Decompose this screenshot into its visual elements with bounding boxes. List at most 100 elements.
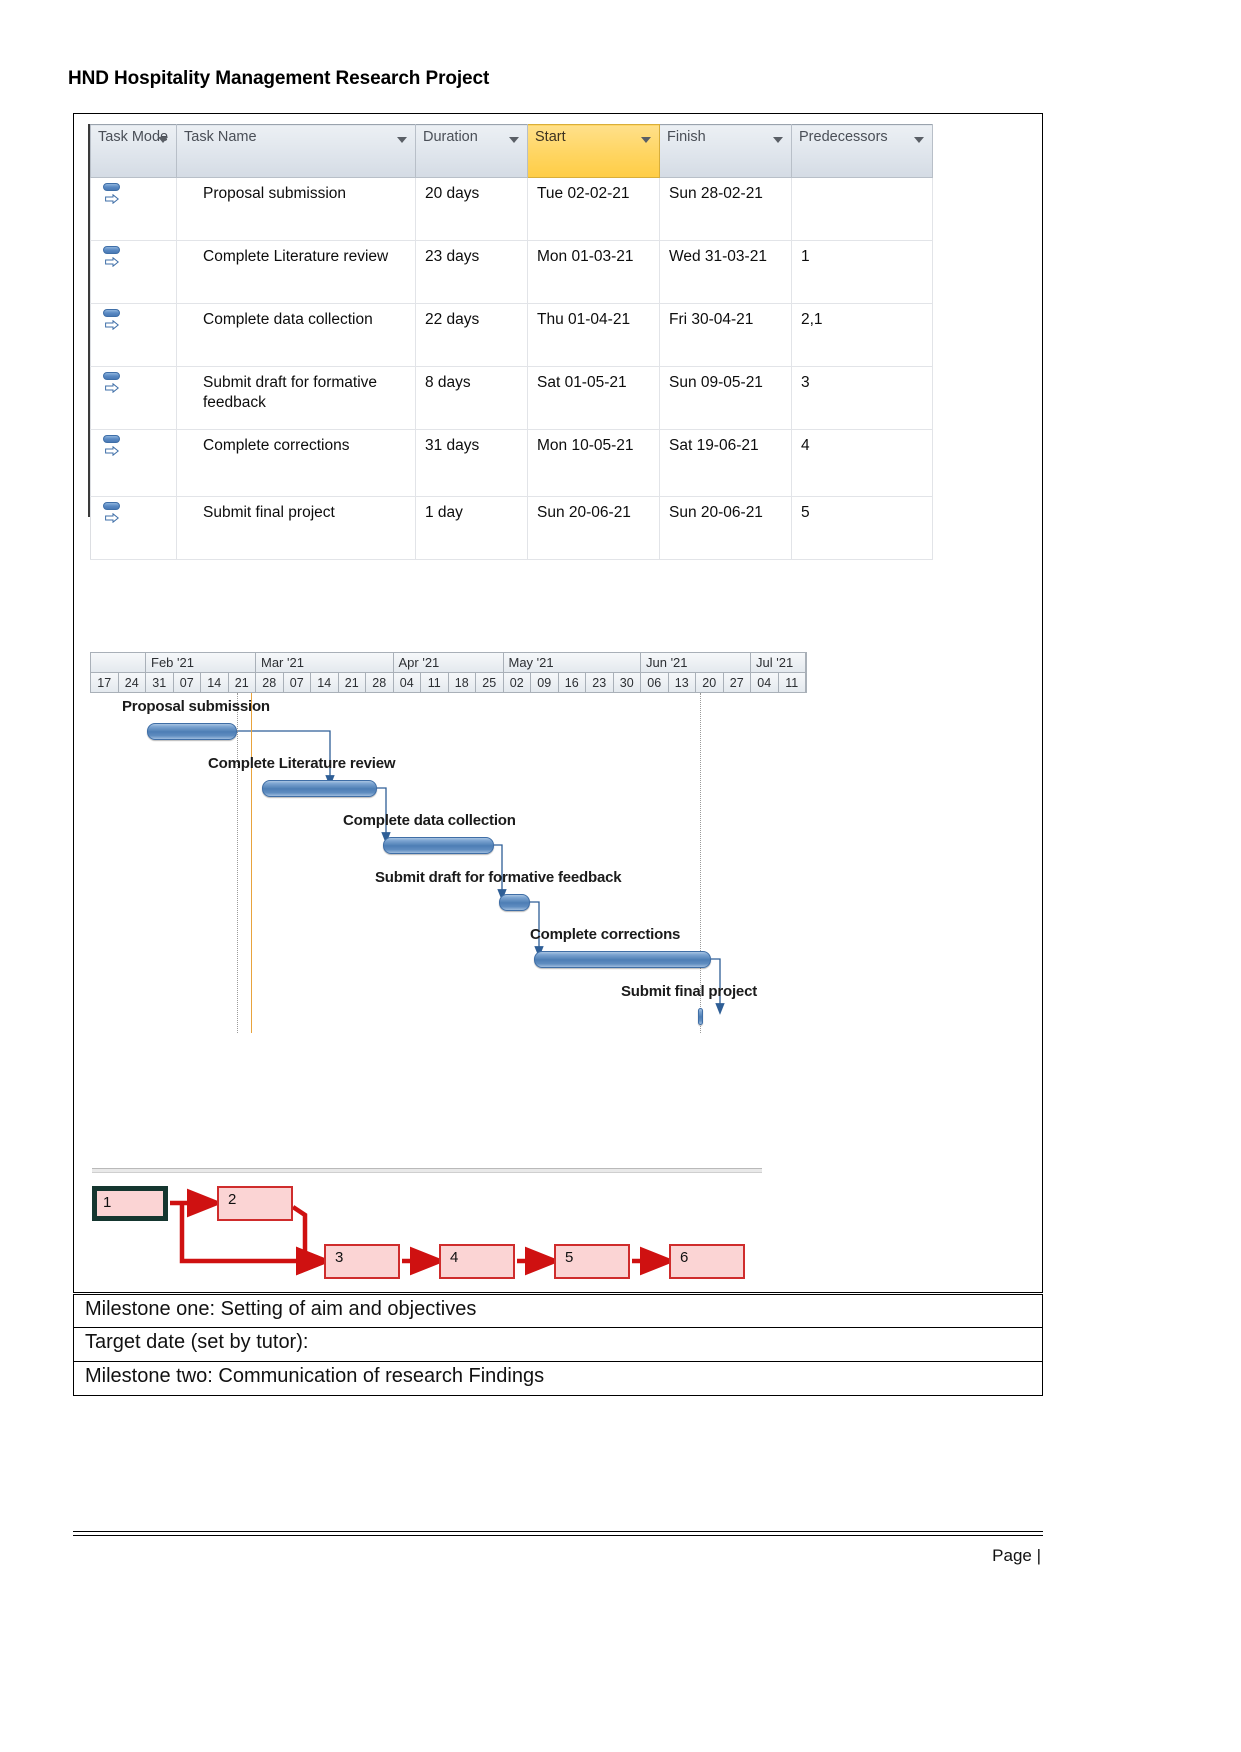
- gantt-row: Complete Literature review: [90, 750, 807, 807]
- cell-finish[interactable]: Sun 09-05-21: [659, 366, 792, 430]
- timescale-week-cell: 11: [421, 673, 449, 692]
- cell-task-name[interactable]: Proposal submission: [176, 177, 416, 241]
- cell-task-mode[interactable]: [90, 177, 177, 241]
- cell-finish[interactable]: Sun 20-06-21: [659, 496, 792, 560]
- gantt-task-label: Complete corrections: [530, 926, 681, 943]
- column-header-start[interactable]: Start: [527, 124, 660, 178]
- column-header-finish[interactable]: Finish: [659, 124, 792, 178]
- cell-task-name[interactable]: Submit final project: [176, 496, 416, 560]
- gantt-row: Complete data collection: [90, 807, 807, 864]
- gantt-timescale: Feb '21 Mar '21 Apr '21 May '21 Jun '21 Jul '…: [90, 652, 807, 693]
- milestone-list: Milestone one: Setting of aim and object…: [73, 1294, 1043, 1396]
- table-row[interactable]: Complete corrections 31 days Mon 10-05-21 S…: [90, 429, 933, 497]
- table-row[interactable]: Submit draft for formative feedback 8 day…: [90, 366, 933, 430]
- cell-predecessors[interactable]: 2,1: [791, 303, 933, 367]
- timescale-month-cell: Apr '21: [393, 653, 504, 672]
- table-row[interactable]: Submit final project 1 day Sun 20-06-21 Sun…: [90, 496, 933, 560]
- timescale-week-cell: 04: [393, 673, 421, 692]
- timescale-month-cell: Mar '21: [256, 653, 394, 672]
- cell-task-mode[interactable]: [90, 429, 177, 497]
- cell-start[interactable]: Mon 01-03-21: [527, 240, 660, 304]
- cell-predecessors[interactable]: 1: [791, 240, 933, 304]
- timescale-week-cell: 21: [338, 673, 366, 692]
- gantt-task-label: Complete data collection: [343, 812, 516, 829]
- network-node-1[interactable]: 1: [92, 1186, 168, 1221]
- gantt-chart: Feb '21 Mar '21 Apr '21 May '21 Jun '21 Jul '…: [90, 652, 807, 1033]
- timescale-week-cell: 21: [228, 673, 256, 692]
- timescale-month-cell: May '21: [503, 653, 641, 672]
- gantt-bar[interactable]: [499, 894, 530, 911]
- timescale-week-cell: 07: [173, 673, 201, 692]
- chevron-down-icon[interactable]: [158, 137, 168, 143]
- column-header-predecessors[interactable]: Predecessors: [791, 124, 933, 178]
- cell-predecessors[interactable]: [791, 177, 933, 241]
- gantt-task-label: Submit final project: [621, 983, 758, 1000]
- chevron-down-icon[interactable]: [641, 137, 651, 143]
- network-node-4[interactable]: 4: [439, 1244, 515, 1279]
- timescale-week-cell: 28: [256, 673, 284, 692]
- cell-duration[interactable]: 31 days: [415, 429, 528, 497]
- gantt-row: Submit draft for formative feedback: [90, 864, 807, 921]
- timescale-week-cell: 28: [366, 673, 394, 692]
- timescale-week-cell: 13: [668, 673, 696, 692]
- cell-finish[interactable]: Sun 28-02-21: [659, 177, 792, 241]
- cell-start[interactable]: Thu 01-04-21: [527, 303, 660, 367]
- task-table-body: Proposal submission 20 days Tue 02-02-21 Su…: [90, 177, 933, 560]
- network-node-6[interactable]: 6: [669, 1244, 745, 1279]
- gantt-bar[interactable]: [262, 780, 377, 797]
- cell-start[interactable]: Tue 02-02-21: [527, 177, 660, 241]
- cell-task-mode[interactable]: [90, 240, 177, 304]
- column-header-label: Finish: [667, 129, 706, 145]
- chevron-down-icon[interactable]: [773, 137, 783, 143]
- network-node-5[interactable]: 5: [554, 1244, 630, 1279]
- cell-duration[interactable]: 8 days: [415, 366, 528, 430]
- cell-duration[interactable]: 20 days: [415, 177, 528, 241]
- project-task-grid: Task Mode Task Name Duration Start Finis…: [88, 124, 933, 560]
- cell-task-name[interactable]: Submit draft for formative feedback: [176, 366, 416, 430]
- cell-duration[interactable]: 1 day: [415, 496, 528, 560]
- timescale-week-cell: 16: [558, 673, 586, 692]
- timescale-week-cell: 14: [201, 673, 229, 692]
- table-row[interactable]: Complete data collection 22 days Thu 01-04…: [90, 303, 933, 367]
- gantt-bar[interactable]: [534, 951, 711, 968]
- network-node-2[interactable]: 2: [217, 1186, 293, 1221]
- gantt-row: Proposal submission: [90, 693, 807, 750]
- timescale-week-cell: 23: [586, 673, 614, 692]
- cell-task-mode[interactable]: [90, 366, 177, 430]
- cell-start[interactable]: Sat 01-05-21: [527, 366, 660, 430]
- cell-finish[interactable]: Sat 19-06-21: [659, 429, 792, 497]
- cell-task-mode[interactable]: [90, 303, 177, 367]
- cell-task-name[interactable]: Complete data collection: [176, 303, 416, 367]
- gantt-bar[interactable]: [698, 1008, 703, 1025]
- table-row[interactable]: Complete Literature review 23 days Mon 01-…: [90, 240, 933, 304]
- cell-predecessors[interactable]: 5: [791, 496, 933, 560]
- column-header-task-mode[interactable]: Task Mode: [90, 124, 177, 178]
- column-header-task-name[interactable]: Task Name: [176, 124, 416, 178]
- timescale-month-cell: [91, 653, 146, 672]
- table-header-row: Task Mode Task Name Duration Start Finis…: [90, 124, 933, 178]
- cell-task-name[interactable]: Complete Literature review: [176, 240, 416, 304]
- column-header-label: Start: [535, 129, 566, 145]
- milestone-row: Milestone two: Communication of research…: [73, 1362, 1043, 1396]
- timescale-month-cell: Jul '21: [751, 653, 806, 672]
- cell-start[interactable]: Mon 10-05-21: [527, 429, 660, 497]
- table-row[interactable]: Proposal submission 20 days Tue 02-02-21 Su…: [90, 177, 933, 241]
- cell-duration[interactable]: 23 days: [415, 240, 528, 304]
- cell-predecessors[interactable]: 3: [791, 366, 933, 430]
- chevron-down-icon[interactable]: [914, 137, 924, 143]
- timescale-week-cell: 25: [476, 673, 504, 692]
- gantt-bar[interactable]: [383, 837, 494, 854]
- footer-rule: [73, 1531, 1043, 1536]
- cell-predecessors[interactable]: 4: [791, 429, 933, 497]
- cell-task-mode[interactable]: [90, 496, 177, 560]
- cell-duration[interactable]: 22 days: [415, 303, 528, 367]
- chevron-down-icon[interactable]: [509, 137, 519, 143]
- cell-start[interactable]: Sun 20-06-21: [527, 496, 660, 560]
- cell-finish[interactable]: Fri 30-04-21: [659, 303, 792, 367]
- cell-task-name[interactable]: Complete corrections: [176, 429, 416, 497]
- column-header-duration[interactable]: Duration: [415, 124, 528, 178]
- network-node-3[interactable]: 3: [324, 1244, 400, 1279]
- cell-finish[interactable]: Wed 31-03-21: [659, 240, 792, 304]
- chevron-down-icon[interactable]: [397, 137, 407, 143]
- gantt-bar[interactable]: [147, 723, 237, 740]
